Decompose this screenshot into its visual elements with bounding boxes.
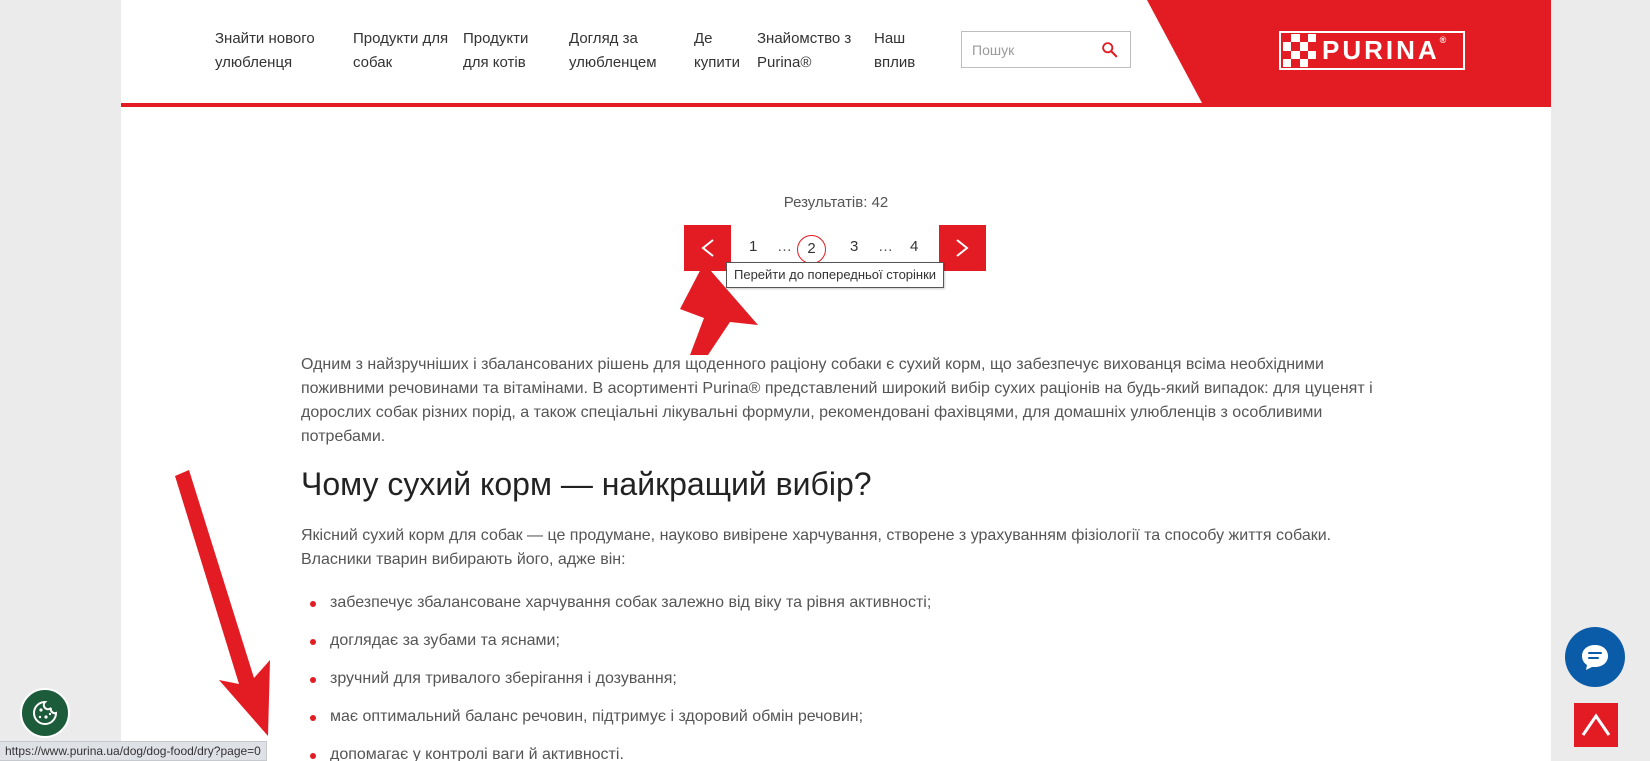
main-nav: Знайти нового улюбленця Продукти для соб… [215, 27, 934, 75]
scroll-to-top-button[interactable] [1574, 703, 1618, 747]
page-ellipsis: … [777, 238, 792, 255]
next-page-button[interactable] [939, 225, 986, 271]
list-item: зручний для тривалого зберігання і дозув… [301, 667, 931, 705]
page-ellipsis: … [878, 238, 893, 255]
list-item: допомагає у контролі ваги й активності. [301, 743, 931, 761]
status-bar-url: https://www.purina.ua/dog/dog-food/dry?p… [0, 741, 267, 761]
page-link-1[interactable]: 1 [749, 238, 757, 255]
list-item: має оптимальний баланс речовин, підтриму… [301, 705, 931, 743]
list-item: доглядає за зубами та яснами; [301, 629, 931, 667]
benefits-list: забезпечує збалансоване харчування собак… [301, 591, 931, 761]
page-link-4[interactable]: 4 [910, 238, 918, 255]
nav-label: Знайти нового [215, 30, 315, 47]
nav-label: вплив [874, 54, 916, 71]
nav-label: Наш [874, 30, 906, 47]
nav-pet-care[interactable]: Догляд за улюбленцем [569, 27, 694, 75]
chevron-right-icon [956, 239, 969, 257]
results-count: Результатів: 42 [783, 194, 889, 211]
nav-dog-products[interactable]: Продукти для собак [353, 27, 463, 75]
nav-label: Де [694, 30, 713, 47]
nav-label: Знайомство з [757, 30, 852, 47]
cookie-icon [33, 700, 58, 725]
cookie-settings-button[interactable] [20, 688, 70, 738]
nav-find-pet[interactable]: Знайти нового улюбленця [215, 27, 353, 75]
section-paragraph: Якісний сухий корм для собак — це продум… [301, 527, 1332, 568]
list-item: забезпечує збалансоване харчування собак… [301, 591, 931, 629]
chat-button[interactable] [1565, 627, 1625, 687]
nav-label: улюбленця [215, 54, 293, 71]
prev-page-tooltip: Перейти до попередньої сторінки [726, 262, 945, 288]
search-input[interactable] [962, 32, 1092, 67]
page-link-current[interactable]: 2 [797, 235, 826, 264]
search-box [961, 31, 1131, 68]
chevron-up-icon [1581, 713, 1611, 736]
chat-icon [1582, 645, 1608, 670]
nav-label: Purina® [757, 54, 812, 71]
prev-page-button[interactable] [684, 225, 731, 271]
nav-label: улюбленцем [569, 54, 657, 71]
nav-label: для котів [463, 54, 526, 71]
section-heading: Чому сухий корм — найкращий вибір? [301, 466, 872, 502]
nav-label: купити [694, 54, 740, 71]
page-container: Знайти нового улюбленця Продукти для соб… [121, 0, 1551, 761]
nav-label: Догляд за [569, 30, 638, 47]
nav-our-impact[interactable]: Наш вплив [874, 27, 934, 75]
nav-label: собак [353, 54, 393, 71]
checkerboard-logo-icon [1283, 34, 1316, 67]
intro-paragraph: Одним з найзручніших і збалансованих ріш… [301, 356, 1373, 445]
nav-label: Продукти для [353, 30, 449, 47]
chevron-left-icon [701, 239, 714, 257]
search-icon[interactable] [1101, 41, 1118, 58]
nav-about-purina[interactable]: Знайомство з Purina® [757, 27, 874, 75]
site-header: Знайти нового улюбленця Продукти для соб… [121, 0, 1551, 107]
logo-wordmark: PURINA® [1322, 35, 1447, 65]
purina-logo[interactable]: PURINA® [1279, 31, 1465, 70]
nav-cat-products[interactable]: Продукти для котів [463, 27, 569, 75]
nav-where-to-buy[interactable]: Де купити [694, 27, 757, 75]
page-link-3[interactable]: 3 [850, 238, 858, 255]
nav-label: Продукти [463, 30, 529, 47]
